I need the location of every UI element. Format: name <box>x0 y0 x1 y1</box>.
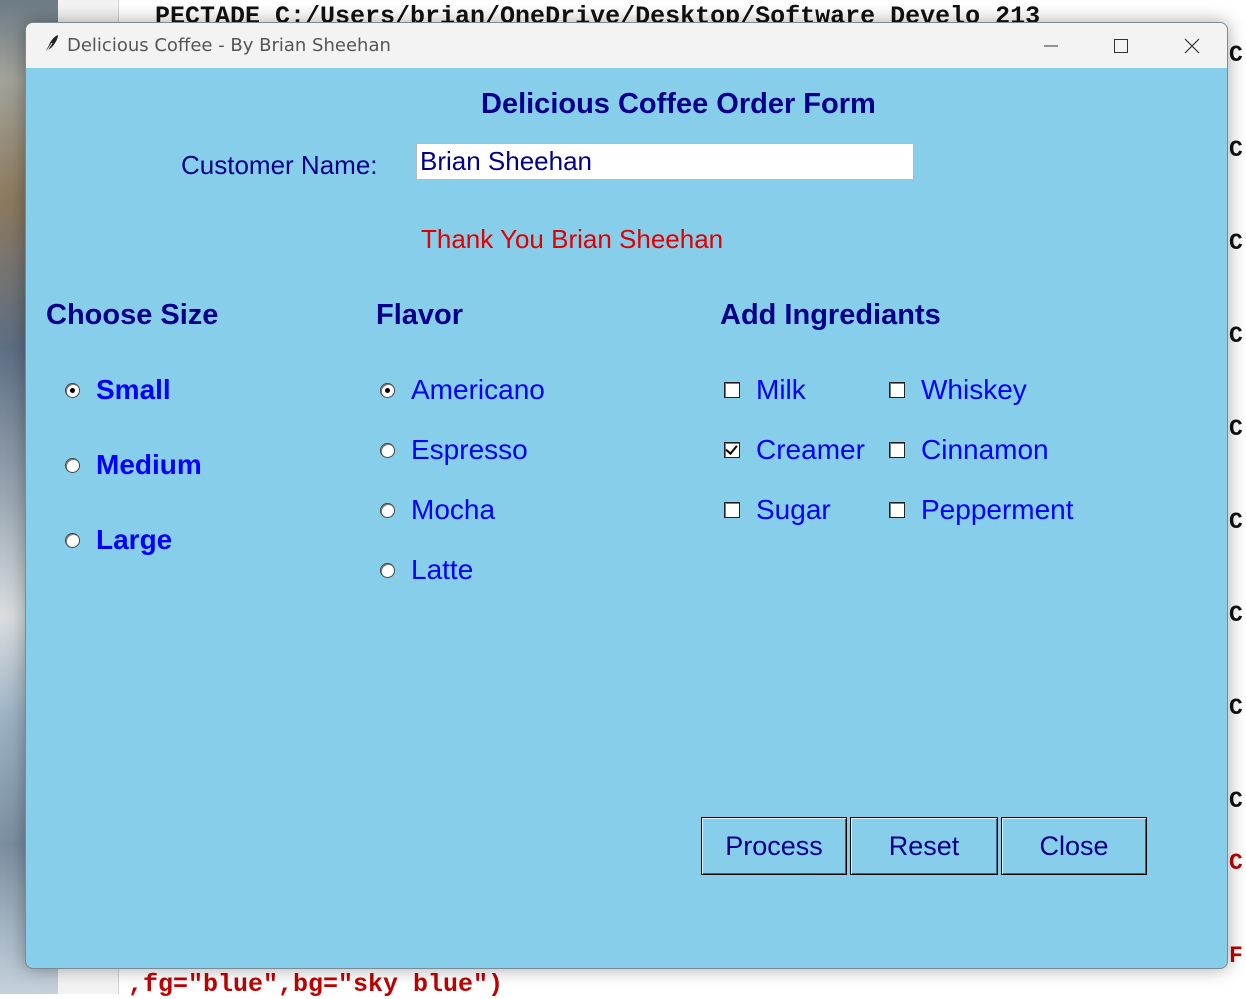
editor-fragment: C <box>1229 695 1243 721</box>
close-window-button[interactable] <box>1157 23 1227 68</box>
editor-fragment: C <box>1229 137 1243 163</box>
radio-button[interactable] <box>380 442 395 458</box>
flavor-label: Espresso <box>411 434 528 465</box>
ingredient-option-sugar[interactable]: Sugar <box>724 494 831 526</box>
title-bar[interactable]: Delicious Coffee - By Brian Sheehan <box>26 23 1227 68</box>
editor-right-edge: C C C C C C C C C C F <box>1227 0 1246 994</box>
ingredient-option-cinnamon[interactable]: Cinnamon <box>889 434 1049 466</box>
window-title: Delicious Coffee - By Brian Sheehan <box>67 35 391 56</box>
ingredient-option-milk[interactable]: Milk <box>724 374 806 406</box>
radio-button[interactable] <box>65 457 80 473</box>
radio-button[interactable] <box>65 532 80 548</box>
ingredient-label: Whiskey <box>921 374 1027 405</box>
ingredient-label: Pepperment <box>921 494 1074 525</box>
flavor-option-espresso[interactable]: Espresso <box>380 434 528 466</box>
customer-name-input[interactable] <box>416 143 914 180</box>
editor-fragment: C <box>1229 323 1243 349</box>
maximize-icon <box>1114 38 1128 53</box>
process-button[interactable]: Process <box>701 817 847 875</box>
form-title: Delicious Coffee Order Form <box>481 88 876 120</box>
editor-fragment: F <box>1229 943 1243 969</box>
ingredient-label: Creamer <box>756 434 865 465</box>
editor-fragment: C <box>1229 42 1243 68</box>
ingredient-option-creamer[interactable]: Creamer <box>724 434 865 466</box>
minimize-button[interactable] <box>1016 23 1086 68</box>
ingredients-heading: Add Ingrediants <box>720 299 941 331</box>
size-label: Small <box>96 374 171 405</box>
close-icon <box>1184 38 1200 53</box>
editor-fragment: C <box>1229 602 1243 628</box>
radio-button[interactable] <box>380 382 395 398</box>
ingredient-label: Sugar <box>756 494 831 525</box>
checkbox[interactable] <box>889 442 905 458</box>
close-button[interactable]: Close <box>1001 817 1147 875</box>
ingredient-option-pepperment[interactable]: Pepperment <box>889 494 1074 526</box>
editor-code-line: ,fg="blue",bg="sky blue") <box>128 970 504 999</box>
flavor-heading: Flavor <box>376 299 464 331</box>
size-option-large[interactable]: Large <box>65 524 172 556</box>
checkbox[interactable] <box>724 502 740 518</box>
flavor-option-americano[interactable]: Americano <box>380 374 545 406</box>
checkbox[interactable] <box>724 442 740 458</box>
app-window: Delicious Coffee - By Brian Sheehan Deli… <box>25 22 1228 969</box>
minimize-icon <box>1044 45 1058 46</box>
radio-button[interactable] <box>65 382 80 398</box>
editor-fragment: C <box>1229 416 1243 442</box>
size-option-medium[interactable]: Medium <box>65 449 202 481</box>
size-label: Large <box>96 524 173 555</box>
form-area: Delicious Coffee Order Form Customer Nam… <box>26 68 1227 968</box>
size-option-small[interactable]: Small <box>65 374 171 406</box>
size-label: Medium <box>96 449 202 480</box>
flavor-option-latte[interactable]: Latte <box>380 554 473 586</box>
checkbox[interactable] <box>889 382 905 398</box>
ingredient-label: Cinnamon <box>921 434 1049 465</box>
ingredient-option-whiskey[interactable]: Whiskey <box>889 374 1027 406</box>
editor-fragment: C <box>1229 850 1243 876</box>
feather-icon <box>42 35 58 58</box>
thank-you-message: Thank You Brian Sheehan <box>421 224 724 254</box>
checkbox[interactable] <box>724 382 740 398</box>
ingredient-label: Milk <box>756 374 806 405</box>
radio-button[interactable] <box>380 562 395 578</box>
customer-name-label: Customer Name: <box>181 150 378 180</box>
flavor-label: Americano <box>411 374 545 405</box>
editor-fragment: C <box>1229 230 1243 256</box>
flavor-label: Mocha <box>411 494 496 525</box>
size-heading: Choose Size <box>46 299 219 331</box>
editor-fragment: C <box>1229 509 1243 535</box>
editor-fragment: C <box>1229 788 1243 814</box>
reset-button[interactable]: Reset <box>850 817 998 875</box>
checkbox[interactable] <box>889 502 905 518</box>
radio-button[interactable] <box>380 502 395 518</box>
maximize-button[interactable] <box>1086 23 1156 68</box>
flavor-label: Latte <box>411 554 474 585</box>
flavor-option-mocha[interactable]: Mocha <box>380 494 495 526</box>
